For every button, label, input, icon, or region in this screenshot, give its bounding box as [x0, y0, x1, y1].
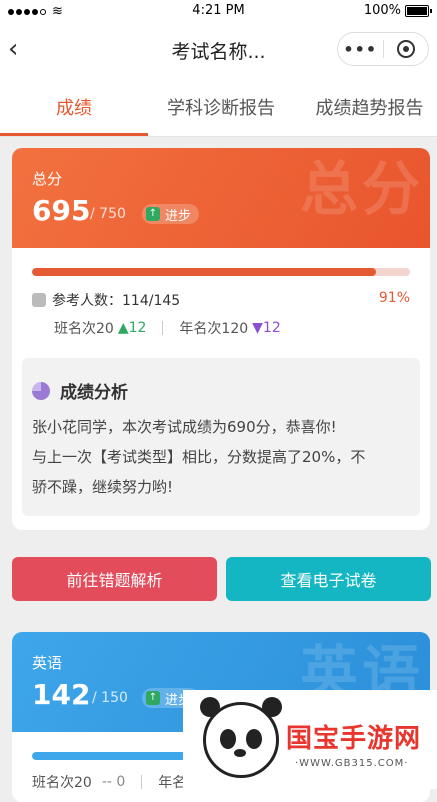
analysis-line-3: 骄不躁，继续努力哟! — [32, 478, 174, 496]
tab-subject-diagnosis[interactable]: 学科诊断报告 — [150, 94, 292, 120]
class-rank: 班名次20 — [54, 321, 114, 337]
panda-nose — [234, 749, 246, 757]
close-circle-icon — [396, 40, 415, 58]
participants-row: 参考人数：114/145 — [32, 290, 180, 310]
panda-eye-right — [246, 729, 262, 749]
english-label: 英语 — [32, 654, 63, 672]
analysis-line-1: 张小花同学，本次考试成绩为690分，恭喜你! — [32, 418, 337, 436]
progress-badge-label: 进步 — [165, 208, 192, 224]
english-rank-row: 班名次20 -- 0 年名 — [32, 772, 186, 792]
english-full-score: / 150 — [92, 690, 128, 706]
view-paper-button[interactable]: 查看电子试卷 — [226, 557, 431, 601]
site-watermark-logo: 国宝手游网 ·WWW.GB315.COM· — [183, 690, 437, 789]
english-class-rank: 班名次20 — [32, 775, 92, 791]
arrow-up-icon: ↑ — [146, 207, 160, 221]
score-progress-fill — [32, 268, 376, 276]
miniprogram-capsule: ••• — [337, 32, 429, 66]
close-button[interactable] — [383, 40, 428, 58]
analysis-title: 成绩分析 — [60, 383, 128, 403]
percentile-value: 91% — [378, 290, 410, 306]
score-progress-bar — [32, 268, 410, 276]
active-tab-indicator — [0, 133, 148, 136]
analysis-line-2: 与上一次【考试类型】相比，分数提高了20%，不 — [32, 448, 366, 466]
panda-logo-icon — [200, 697, 282, 778]
english-score: 142 — [32, 678, 91, 711]
more-button[interactable]: ••• — [338, 40, 383, 59]
rank-row: 班名次20 ▲12 年名次120 ▼12 — [54, 318, 281, 338]
arrow-up-icon: ↑ — [146, 691, 160, 705]
grade-rank: 年名次120 — [179, 321, 249, 337]
total-score-card: 总分 总分 695 / 750 ↑ 进步 参考人数：114/145 91% 班名… — [12, 148, 430, 530]
analysis-header: 成绩分析 — [32, 378, 128, 403]
total-score: 695 — [32, 194, 91, 227]
wrong-questions-button[interactable]: 前往错题解析 — [12, 557, 217, 601]
total-score-header: 总分 总分 695 / 750 ↑ 进步 — [12, 148, 430, 248]
total-full-score: / 750 — [90, 206, 126, 222]
brand-name: 国宝手游网 — [286, 724, 422, 754]
person-icon — [32, 293, 46, 307]
panda-ear-left — [200, 697, 220, 717]
pie-chart-icon — [32, 381, 50, 400]
rank-divider — [162, 321, 164, 335]
status-bar: ≋ 4:21 PM 100% — [0, 0, 437, 22]
class-rank-change: ▲12 — [117, 320, 147, 336]
participants-text: 参考人数：114/145 — [52, 293, 181, 309]
score-analysis-panel: 成绩分析 张小花同学，本次考试成绩为690分，恭喜你! 与上一次【考试类型】相比… — [22, 358, 420, 516]
battery-icon — [405, 4, 432, 17]
english-class-change: -- 0 — [101, 774, 126, 790]
brand-url: ·WWW.GB315.COM· — [295, 758, 409, 769]
total-score-body: 参考人数：114/145 91% 班名次20 ▲12 年名次120 ▼12 成绩… — [12, 248, 430, 530]
progress-badge: ↑ 进步 — [142, 204, 200, 224]
grade-rank-change: ▼12 — [252, 320, 281, 336]
total-label: 总分 — [32, 170, 63, 188]
tab-score[interactable]: 成绩 — [0, 94, 148, 120]
english-rank-divider — [141, 775, 143, 789]
tab-score-trend[interactable]: 成绩趋势报告 — [302, 94, 437, 120]
panda-ear-right — [262, 697, 282, 717]
total-watermark: 总分 — [299, 155, 424, 223]
battery-percent: 100% — [363, 3, 401, 18]
nav-bar: ‹ 考试名称... ••• — [0, 22, 437, 78]
tab-bar: 成绩 学科诊断报告 成绩趋势报告 — [0, 78, 437, 137]
panda-eye-left — [220, 729, 236, 749]
